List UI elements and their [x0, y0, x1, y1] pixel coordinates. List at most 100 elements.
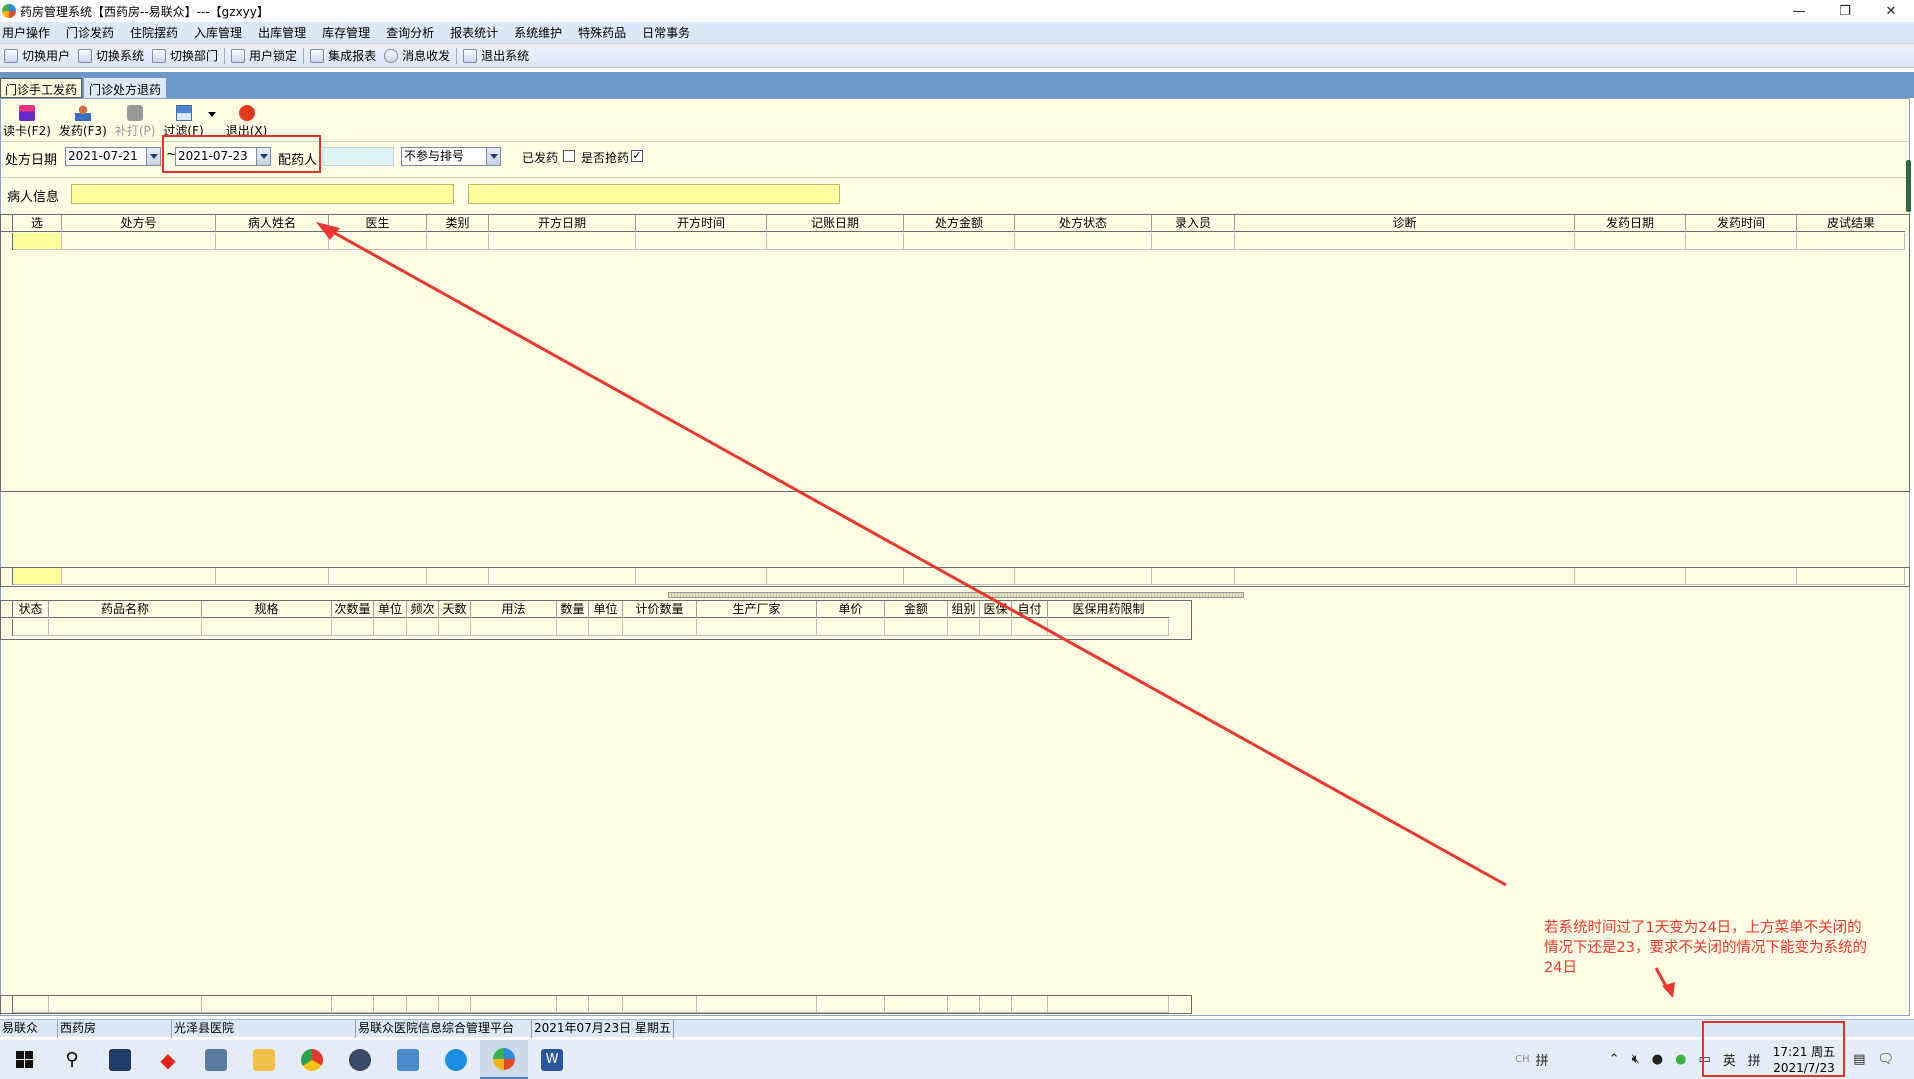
tab-manual-dispense[interactable]: 门诊手工发药 [0, 78, 83, 98]
menu-outpatient-dispense[interactable]: 门诊发药 [66, 24, 122, 41]
col-group[interactable]: 组别 [948, 601, 980, 618]
exit-button[interactable]: 退出(X) [226, 105, 267, 139]
col-rx-time[interactable]: 开方时间 [636, 215, 767, 232]
dispensed-checkbox[interactable] [563, 150, 575, 162]
menu-stock-out[interactable]: 出库管理 [258, 24, 314, 41]
ime-indicator[interactable]: CH [1515, 1054, 1530, 1065]
col-rx-date[interactable]: 开方日期 [489, 215, 636, 232]
col-rx-status[interactable]: 处方状态 [1015, 215, 1152, 232]
col-frequency[interactable]: 频次 [407, 601, 439, 618]
table-row[interactable] [1, 233, 1905, 250]
menu-daily[interactable]: 日常事务 [642, 24, 698, 41]
restore-button[interactable]: ❐ [1822, 0, 1868, 22]
col-self-pay[interactable]: 自付 [1012, 601, 1048, 618]
col-insurance-limit[interactable]: 医保用药限制 [1048, 601, 1169, 618]
col-unit-price[interactable]: 单价 [817, 601, 885, 618]
menu-reports[interactable]: 报表统计 [450, 24, 506, 41]
tab-return-drugs[interactable]: 门诊处方退药 [84, 78, 167, 98]
queue-dropdown-icon[interactable] [486, 148, 500, 165]
col-manufacturer[interactable]: 生产厂家 [697, 601, 817, 618]
menu-stock-in[interactable]: 入库管理 [194, 24, 250, 41]
menu-maintenance[interactable]: 系统维护 [514, 24, 570, 41]
col-drug-name[interactable]: 药品名称 [49, 601, 202, 618]
patient-info-input[interactable] [71, 184, 454, 204]
date-from-dropdown-icon[interactable] [146, 148, 160, 165]
col-select[interactable]: 选 [13, 215, 62, 232]
filter-button[interactable]: 过滤(F) [163, 105, 204, 139]
messages-button[interactable]: 消息收发 [384, 47, 450, 64]
dispense-button[interactable]: 发药(F3) [59, 105, 107, 139]
col-dispense-time[interactable]: 发药时间 [1686, 215, 1797, 232]
col-dispense-date[interactable]: 发药日期 [1575, 215, 1686, 232]
col-amount[interactable]: 金额 [885, 601, 948, 618]
switch-dept-button[interactable]: 切换部门 [152, 47, 218, 64]
col-unit[interactable]: 单位 [589, 601, 623, 618]
col-quantity[interactable]: 数量 [557, 601, 589, 618]
grab-drug-checkbox[interactable]: ✓ [631, 150, 643, 162]
col-rx-no[interactable]: 处方号 [62, 215, 216, 232]
volume-muted-icon[interactable]: 🔇︎ [1632, 1052, 1640, 1067]
grid-splitter[interactable] [668, 592, 1244, 598]
col-dose-unit[interactable]: 单位 [374, 601, 407, 618]
search-button[interactable]: ⚲ [48, 1040, 96, 1079]
switch-user-button[interactable]: 切换用户 [4, 47, 70, 64]
exit-system-button[interactable]: 退出系统 [463, 47, 529, 64]
taskbar-app-1[interactable] [96, 1040, 144, 1079]
search-icon: ⚲ [65, 1049, 79, 1070]
scrollbar-thumb[interactable] [1906, 160, 1911, 212]
chevron-up-icon[interactable]: ⌃ [1609, 1052, 1620, 1067]
notification-icon[interactable]: 🗨︎ [1877, 1052, 1894, 1067]
pharmacist-input[interactable] [322, 147, 394, 166]
taskbar-app-pharmacy[interactable] [480, 1040, 528, 1079]
col-skin-test[interactable]: 皮试结果 [1797, 215, 1905, 232]
minimize-button[interactable]: — [1776, 0, 1822, 22]
taskbar-app-3[interactable] [192, 1040, 240, 1079]
menu-query[interactable]: 查询分析 [386, 24, 442, 41]
switch-system-button[interactable]: 切换系统 [78, 47, 144, 64]
lock-user-button[interactable]: 用户锁定 [231, 47, 297, 64]
ime-pinyin[interactable]: 拼 [1536, 1050, 1549, 1069]
col-entry-clerk[interactable]: 录入员 [1152, 215, 1235, 232]
col-dose-qty[interactable]: 次数量 [332, 601, 374, 618]
col-doctor[interactable]: 医生 [329, 215, 427, 232]
integrated-report-button[interactable]: 集成报表 [310, 47, 376, 64]
reprint-button[interactable]: 补打(P) [115, 105, 155, 139]
queue-select[interactable]: 不参与排号 [401, 147, 501, 166]
menu-inpatient-dispense[interactable]: 住院摆药 [130, 24, 186, 41]
col-spec[interactable]: 规格 [202, 601, 332, 618]
col-insurance[interactable]: 医保 [980, 601, 1012, 618]
col-category[interactable]: 类别 [427, 215, 489, 232]
col-days[interactable]: 天数 [439, 601, 471, 618]
menu-user-ops[interactable]: 用户操作 [2, 24, 58, 41]
col-rx-amount[interactable]: 处方金额 [904, 215, 1015, 232]
action-toolbar: 读卡(F2) 发药(F3) 补打(P) 过滤(F) 退出(X) [1, 103, 275, 139]
start-button[interactable] [0, 1040, 48, 1079]
taskbar-app-8[interactable] [432, 1040, 480, 1079]
col-patient-name[interactable]: 病人姓名 [216, 215, 329, 232]
close-button[interactable]: ✕ [1868, 0, 1914, 22]
col-status[interactable]: 状态 [13, 601, 49, 618]
taskbar-app-word[interactable]: W [528, 1040, 576, 1079]
qq-icon[interactable]: ● [1652, 1052, 1663, 1067]
wechat-icon[interactable]: ● [1675, 1052, 1686, 1067]
col-billing-qty[interactable]: 计价数量 [623, 601, 697, 618]
notepad-icon[interactable]: ▤ [1853, 1052, 1865, 1067]
table-row[interactable] [1, 619, 1169, 636]
taskbar-app-2[interactable]: ◆ [144, 1040, 192, 1079]
taskbar-app-7[interactable] [384, 1040, 432, 1079]
menu-special-drugs[interactable]: 特殊药品 [578, 24, 634, 41]
col-usage[interactable]: 用法 [471, 601, 557, 618]
taskbar-app-4[interactable] [240, 1040, 288, 1079]
menu-inventory[interactable]: 库存管理 [322, 24, 378, 41]
date-from-picker[interactable]: 2021-07-21 [65, 147, 161, 166]
filter-dropdown-arrow-icon[interactable] [207, 112, 216, 117]
read-card-button[interactable]: 读卡(F2) [3, 105, 51, 139]
col-diagnosis[interactable]: 诊断 [1235, 215, 1575, 232]
tab-strip: 门诊手工发药 门诊处方退药 [0, 72, 1914, 98]
prescription-grid-header: 选 处方号 病人姓名 医生 类别 开方日期 开方时间 记账日期 处方金额 处方状… [1, 215, 1905, 232]
taskbar-app-6[interactable] [336, 1040, 384, 1079]
patient-info-extra-input[interactable] [468, 184, 840, 204]
taskbar-app-5[interactable] [288, 1040, 336, 1079]
col-bill-date[interactable]: 记账日期 [767, 215, 904, 232]
pharmacist-icon [74, 105, 91, 121]
